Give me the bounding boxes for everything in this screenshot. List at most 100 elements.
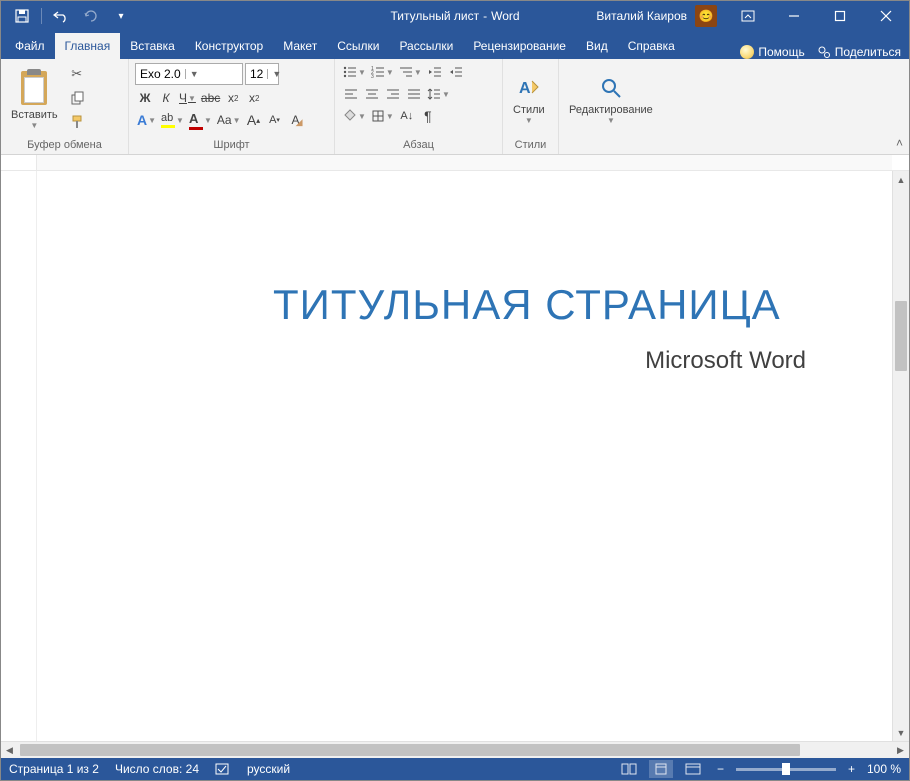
format-painter-icon[interactable] — [66, 111, 88, 133]
paste-button[interactable]: Вставить ▼ — [5, 61, 64, 137]
shrink-font-button[interactable]: A▾ — [265, 110, 285, 130]
tell-me[interactable]: Помощь — [740, 45, 804, 59]
tab-review[interactable]: Рецензирование — [463, 33, 576, 59]
multilevel-button[interactable]: ▼ — [397, 62, 424, 82]
word-count[interactable]: Число слов: 24 — [115, 762, 199, 776]
user-name[interactable]: Виталий Каиров — [588, 9, 695, 23]
align-left-button[interactable] — [341, 84, 361, 104]
font-name-combo[interactable]: Exo 2.0 ▼ — [135, 63, 243, 85]
save-icon[interactable] — [9, 3, 35, 29]
page-viewport[interactable]: ТИТУЛЬНАЯ СТРАНИЦА Microsoft Word — [37, 171, 892, 741]
print-layout-icon[interactable] — [649, 760, 673, 778]
increase-indent-button[interactable] — [446, 62, 466, 82]
document-subtitle[interactable]: Microsoft Word — [273, 347, 832, 375]
doc-name: Титульный лист — [390, 9, 479, 23]
web-layout-icon[interactable] — [681, 760, 705, 778]
clear-format-button[interactable]: A◢ — [286, 110, 306, 130]
tab-help[interactable]: Справка — [618, 33, 685, 59]
zoom-in-button[interactable]: + — [844, 762, 859, 776]
scroll-up-icon[interactable]: ▲ — [893, 171, 909, 188]
tell-me-label: Помощь — [758, 45, 804, 59]
numbering-button[interactable]: 123▼ — [369, 62, 396, 82]
share-button[interactable]: Поделиться — [817, 45, 901, 59]
font-group-label: Шрифт — [133, 137, 330, 154]
scroll-left-icon[interactable]: ◀ — [1, 742, 18, 759]
zoom-slider[interactable] — [736, 768, 836, 771]
tab-mailings[interactable]: Рассылки — [389, 33, 463, 59]
align-right-button[interactable] — [383, 84, 403, 104]
share-label: Поделиться — [835, 45, 901, 59]
tab-file[interactable]: Файл — [5, 33, 55, 59]
minimize-icon[interactable] — [771, 1, 817, 31]
align-center-button[interactable] — [362, 84, 382, 104]
line-spacing-button[interactable]: ▼ — [425, 84, 452, 104]
justify-button[interactable] — [404, 84, 424, 104]
avatar[interactable]: 😊 — [695, 5, 717, 27]
horizontal-ruler[interactable] — [37, 155, 892, 170]
tab-view[interactable]: Вид — [576, 33, 618, 59]
tab-layout[interactable]: Макет — [273, 33, 327, 59]
highlight-button[interactable]: ab▼ — [159, 110, 186, 130]
page[interactable]: ТИТУЛЬНАЯ СТРАНИЦА Microsoft Word — [53, 171, 892, 741]
cut-icon[interactable]: ✂ — [66, 63, 88, 85]
redo-icon[interactable] — [78, 3, 104, 29]
ribbon-options-icon[interactable] — [725, 1, 771, 31]
change-case-button[interactable]: Aa▼ — [215, 110, 243, 130]
shading-button[interactable]: ▼ — [341, 106, 368, 126]
editing-button[interactable]: Редактирование ▼ — [563, 61, 659, 137]
title-sep: - — [483, 9, 487, 23]
vscroll-thumb[interactable] — [895, 301, 907, 371]
styles-label: Стили — [507, 137, 554, 154]
ribbon-tabs: Файл Главная Вставка Конструктор Макет С… — [1, 31, 909, 59]
italic-button[interactable]: К — [156, 88, 176, 108]
zoom-handle[interactable] — [782, 763, 790, 775]
scroll-right-icon[interactable]: ▶ — [892, 742, 909, 759]
tab-references[interactable]: Ссылки — [327, 33, 389, 59]
qat-separator — [41, 8, 42, 24]
qat-customize-icon[interactable]: ▾ — [108, 3, 134, 29]
styles-button[interactable]: A Стили ▼ — [507, 61, 551, 137]
zoom-out-button[interactable]: − — [713, 762, 728, 776]
app-name: Word — [491, 9, 519, 23]
text-effects-button[interactable]: A▼ — [135, 110, 158, 130]
close-icon[interactable] — [863, 1, 909, 31]
undo-icon[interactable] — [48, 3, 74, 29]
paste-label: Вставить — [11, 109, 58, 121]
page-status[interactable]: Страница 1 из 2 — [9, 762, 99, 776]
chevron-down-icon[interactable]: ▼ — [267, 69, 281, 79]
show-marks-button[interactable]: ¶ — [418, 106, 438, 126]
read-mode-icon[interactable] — [617, 760, 641, 778]
clipboard-icon — [18, 69, 50, 107]
language-status[interactable]: русский — [247, 762, 290, 776]
sort-button[interactable]: А↓ — [397, 106, 417, 126]
borders-button[interactable]: ▼ — [369, 106, 396, 126]
grow-font-button[interactable]: A▴ — [244, 110, 264, 130]
vertical-scrollbar[interactable]: ▲ ▼ — [892, 171, 909, 741]
hscroll-thumb[interactable] — [20, 744, 800, 756]
superscript-button[interactable]: x2 — [244, 88, 264, 108]
subscript-button[interactable]: x2 — [223, 88, 243, 108]
bold-button[interactable]: Ж — [135, 88, 155, 108]
tab-insert[interactable]: Вставка — [120, 33, 185, 59]
clipboard-label: Буфер обмена — [5, 137, 124, 154]
tab-home[interactable]: Главная — [55, 33, 121, 59]
maximize-icon[interactable] — [817, 1, 863, 31]
tab-design[interactable]: Конструктор — [185, 33, 273, 59]
underline-button[interactable]: Ч▼ — [177, 88, 198, 108]
strike-button[interactable]: abc — [199, 88, 222, 108]
decrease-indent-button[interactable] — [425, 62, 445, 82]
spellcheck-icon[interactable] — [215, 762, 231, 776]
scroll-down-icon[interactable]: ▼ — [893, 724, 909, 741]
horizontal-scrollbar[interactable]: ◀ ▶ — [1, 741, 909, 758]
document-title[interactable]: ТИТУЛЬНАЯ СТРАНИЦА — [273, 281, 832, 329]
copy-icon[interactable] — [66, 87, 88, 109]
zoom-level[interactable]: 100 % — [867, 762, 901, 776]
vertical-ruler[interactable] — [1, 171, 37, 741]
font-color-button[interactable]: A▼ — [187, 110, 214, 130]
hscroll-track[interactable] — [18, 742, 892, 758]
chevron-down-icon[interactable]: ▼ — [185, 69, 199, 79]
document-area: ТИТУЛЬНАЯ СТРАНИЦА Microsoft Word ▲ ▼ — [1, 171, 909, 741]
font-size-combo[interactable]: 12 ▼ — [245, 63, 279, 85]
collapse-ribbon-icon[interactable]: ˄ — [896, 136, 903, 150]
bullets-button[interactable]: ▼ — [341, 62, 368, 82]
